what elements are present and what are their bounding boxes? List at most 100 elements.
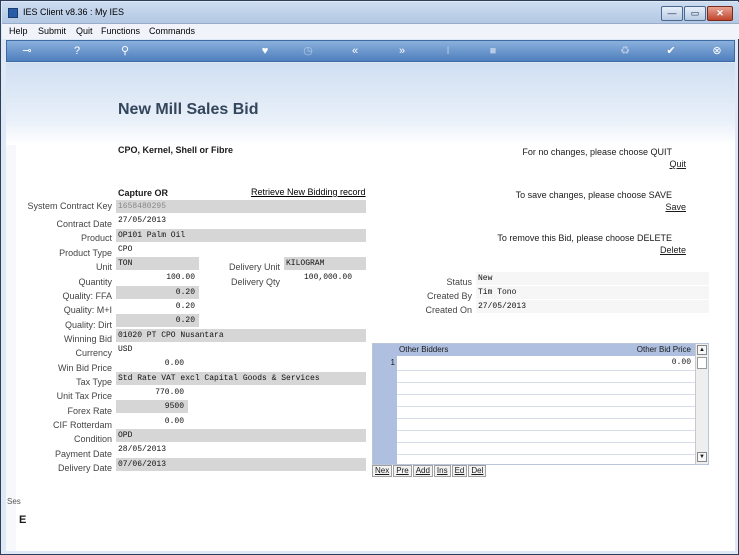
label-condition: Condition bbox=[73, 434, 112, 444]
row-number: 1 bbox=[390, 358, 395, 367]
cif-rotterdam-field[interactable]: 0.00 bbox=[116, 415, 188, 428]
search-icon[interactable]: ⚲ bbox=[117, 44, 133, 59]
forex-rate-field[interactable]: 9500 bbox=[116, 400, 188, 413]
session-label: Ses bbox=[7, 497, 21, 506]
capture-label: Capture OR bbox=[118, 188, 169, 198]
table-row[interactable]: 1 0.00 bbox=[373, 358, 695, 370]
label-quality-dirt: Quality: Dirt bbox=[64, 320, 112, 330]
main-content: New Mill Sales Bid CPO, Kernel, Shell or… bbox=[6, 63, 735, 551]
retrieve-bidding-link[interactable]: Retrieve New Bidding record bbox=[251, 187, 366, 197]
text-cursor-icon[interactable]: I bbox=[440, 44, 456, 59]
close-window-button[interactable]: ✕ bbox=[707, 6, 733, 21]
clock-icon[interactable]: ◷ bbox=[300, 44, 316, 59]
help-icon[interactable]: ? bbox=[69, 44, 85, 59]
currency-field[interactable]: USD bbox=[116, 343, 366, 356]
grid-line bbox=[397, 454, 695, 455]
quality-dirt-field[interactable]: 0.20 bbox=[116, 314, 199, 327]
quality-ffa-field[interactable]: 0.20 bbox=[116, 286, 199, 299]
table-scrollbar[interactable]: ▲ ▼ bbox=[695, 344, 708, 464]
grid-line bbox=[397, 394, 695, 395]
other-bidders-table[interactable]: Other Bidders Other Bid Price 1 0.00 ▲ ▼ bbox=[372, 343, 709, 465]
app-window: IES Client v8.36 : My IES — ▭ ✕ Help Sub… bbox=[0, 0, 739, 555]
menu-help[interactable]: Help bbox=[9, 26, 28, 36]
app-logo-icon bbox=[8, 8, 18, 18]
label-cif-rotterdam: CIF Rotterdam bbox=[52, 420, 112, 430]
menu-functions[interactable]: Functions bbox=[101, 26, 140, 36]
next-button[interactable]: Nex bbox=[372, 465, 393, 477]
delete-row-button[interactable]: Del bbox=[468, 465, 487, 477]
page-title: New Mill Sales Bid bbox=[118, 101, 259, 118]
product-type-field[interactable]: CPO bbox=[116, 243, 366, 256]
session-indicator: E bbox=[19, 514, 27, 526]
check-icon[interactable]: ✔ bbox=[663, 44, 679, 59]
delivery-qty-field[interactable]: 100,000.00 bbox=[284, 271, 356, 284]
label-unit: Unit bbox=[95, 262, 112, 272]
column-other-bidders[interactable]: Other Bidders bbox=[399, 345, 448, 354]
stop-icon[interactable]: ■ bbox=[485, 44, 501, 59]
insert-button[interactable]: Ins bbox=[433, 465, 451, 477]
label-product-type: Product Type bbox=[59, 248, 112, 258]
grid-line bbox=[397, 442, 695, 443]
win-bid-price-field[interactable]: 0.00 bbox=[116, 357, 188, 370]
label-win-bid-price: Win Bid Price bbox=[57, 363, 112, 373]
label-quality-mi: Quality: M+I bbox=[63, 305, 112, 315]
previous-button[interactable]: Pre bbox=[393, 465, 412, 477]
winning-bid-field[interactable]: 01020 PT CPO Nusantara bbox=[116, 329, 366, 342]
label-quality-ffa: Quality: FFA bbox=[62, 291, 112, 301]
heart-icon[interactable]: ♥ bbox=[257, 44, 273, 59]
label-created-on: Created On bbox=[425, 305, 472, 315]
payment-date-field[interactable]: 28/05/2013 bbox=[116, 443, 366, 456]
menu-bar: Help Submit Quit Functions Commands bbox=[2, 24, 739, 39]
scroll-down-icon[interactable]: ▼ bbox=[697, 452, 707, 462]
product-field[interactable]: OP101 Palm Oil bbox=[116, 229, 366, 242]
system-contract-key-field: 1658480295 bbox=[116, 200, 366, 213]
label-currency: Currency bbox=[75, 348, 112, 358]
label-product: Product bbox=[80, 233, 112, 243]
quality-mi-field[interactable]: 0.20 bbox=[116, 300, 199, 313]
delivery-date-field[interactable]: 07/06/2013 bbox=[116, 458, 366, 471]
menu-commands[interactable]: Commands bbox=[149, 26, 195, 36]
delivery-unit-field[interactable]: KILOGRAM bbox=[284, 257, 366, 270]
status-field: New bbox=[476, 272, 709, 285]
table-header: Other Bidders Other Bid Price bbox=[373, 344, 695, 356]
add-button[interactable]: Add bbox=[412, 465, 433, 477]
label-forex-rate: Forex Rate bbox=[67, 406, 112, 416]
label-winning-bid: Winning Bid bbox=[63, 334, 112, 344]
close-icon[interactable]: ⊗ bbox=[709, 44, 725, 59]
maximize-button[interactable]: ▭ bbox=[684, 6, 706, 21]
label-delivery-unit: Delivery Unit bbox=[228, 262, 280, 272]
table-actions: Nex Pre Add Ins Ed Del bbox=[372, 465, 487, 477]
key-icon[interactable]: ⊸ bbox=[19, 44, 35, 59]
toolbar: ⊸ ? ⚲ ♥ ◷ « » I ■ ♻ ✔ ⊗ bbox=[6, 40, 735, 62]
delete-link[interactable]: Delete bbox=[606, 245, 686, 255]
label-payment-date: Payment Date bbox=[54, 449, 112, 459]
recycle-icon[interactable]: ♻ bbox=[617, 44, 633, 59]
save-instruction: To save changes, please choose SAVE bbox=[515, 190, 672, 200]
grid-line bbox=[397, 370, 695, 371]
label-system-contract-key: System Contract Key bbox=[27, 201, 112, 211]
menu-submit[interactable]: Submit bbox=[38, 26, 66, 36]
created-by-field: Tim Tono bbox=[476, 286, 709, 299]
edit-button[interactable]: Ed bbox=[451, 465, 468, 477]
label-created-by: Created By bbox=[426, 291, 472, 301]
label-delivery-date: Delivery Date bbox=[57, 463, 112, 473]
row-number-column bbox=[373, 356, 397, 464]
scroll-thumb[interactable] bbox=[697, 357, 707, 369]
scroll-up-icon[interactable]: ▲ bbox=[697, 345, 707, 355]
contract-date-field[interactable]: 27/05/2013 bbox=[116, 214, 366, 227]
tax-type-field[interactable]: Std Rate VAT excl Capital Goods & Servic… bbox=[116, 372, 366, 385]
rewind-icon[interactable]: « bbox=[347, 44, 363, 59]
window-title: IES Client v8.36 : My IES bbox=[23, 7, 125, 17]
forward-icon[interactable]: » bbox=[394, 44, 410, 59]
menu-quit[interactable]: Quit bbox=[76, 26, 93, 36]
page-subtitle: CPO, Kernel, Shell or Fibre bbox=[118, 145, 234, 155]
row-bid-price[interactable]: 0.00 bbox=[603, 358, 691, 367]
title-bar[interactable]: IES Client v8.36 : My IES — ▭ ✕ bbox=[2, 2, 739, 24]
label-unit-tax-price: Unit Tax Price bbox=[56, 391, 112, 401]
save-link[interactable]: Save bbox=[606, 202, 686, 212]
unit-tax-price-field[interactable]: 770.00 bbox=[116, 386, 188, 399]
column-other-bid-price[interactable]: Other Bid Price bbox=[603, 345, 691, 354]
minimize-button[interactable]: — bbox=[661, 6, 683, 21]
condition-field[interactable]: OPD bbox=[116, 429, 366, 442]
quit-link[interactable]: Quit bbox=[606, 159, 686, 169]
